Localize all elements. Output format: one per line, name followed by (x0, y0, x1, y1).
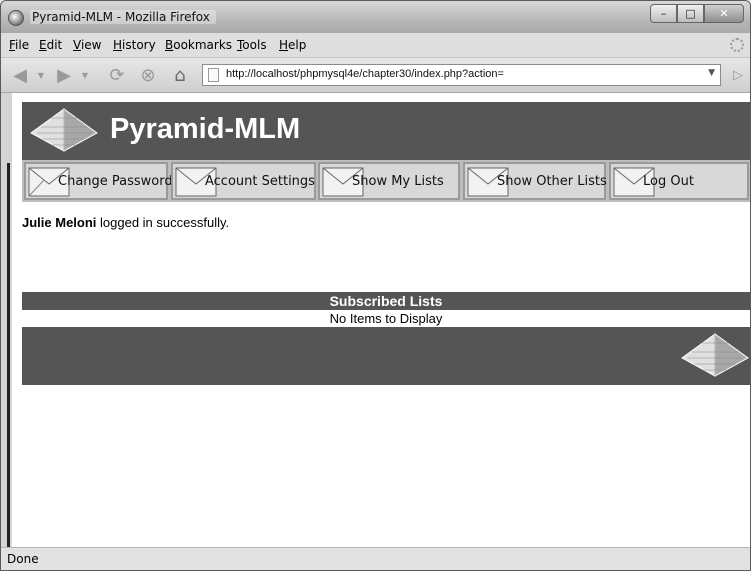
nav-change-password[interactable]: Change Password (24, 162, 173, 200)
reload-icon: ⟳ (109, 64, 125, 86)
home-icon: ⌂ (174, 64, 186, 86)
stop-button[interactable]: ⊗ (136, 64, 160, 86)
navigation-toolbar: ◀ ▼ ▶ ▼ ⟳ ⊗ ⌂ http://localhost/phpmysql4… (1, 58, 750, 93)
menu-edit[interactable]: Edit (39, 38, 62, 52)
login-message: Julie Meloni logged in successfully. (22, 215, 229, 230)
loading-throbber-icon (730, 38, 744, 52)
address-url[interactable]: http://localhost/phpmysql4e/chapter30/in… (226, 68, 504, 80)
menu-tools[interactable]: Tools (237, 38, 267, 52)
nav-label: Account Settings (205, 174, 315, 189)
minimize-icon: – (660, 7, 667, 20)
status-bar: Done (1, 547, 750, 570)
site-footer (22, 327, 750, 385)
window-title: Pyramid-MLM - Mozilla Firefox (30, 10, 216, 24)
go-arrow-icon: ▷ (733, 67, 743, 83)
home-button[interactable]: ⌂ (167, 64, 193, 86)
nav-label: Change Password (58, 174, 173, 189)
menu-help[interactable]: Help (279, 38, 306, 52)
nav-show-my-lists[interactable]: Show My Lists (318, 162, 460, 200)
close-icon: ✕ (719, 7, 729, 20)
go-button[interactable]: ▷ (729, 64, 747, 86)
menu-bookmarks[interactable]: Bookmarks (165, 38, 232, 52)
nav-account-settings[interactable]: Account Settings (171, 162, 316, 200)
nav-show-other-lists[interactable]: Show Other Lists (463, 162, 607, 200)
pyramid-logo-icon (681, 333, 749, 377)
nav-log-out[interactable]: Log Out (609, 162, 749, 200)
pyramid-logo-icon (30, 108, 98, 152)
forward-arrow-icon: ▶ (57, 64, 71, 86)
reload-button[interactable]: ⟳ (105, 64, 129, 86)
site-nav: Change Password Account Settings Show My… (22, 160, 750, 202)
menu-view[interactable]: View (73, 38, 101, 52)
empty-list-text: No Items to Display (329, 311, 443, 326)
back-history-dropdown[interactable]: ▼ (35, 64, 47, 86)
browser-window: Pyramid-MLM - Mozilla Firefox – □ ✕ File… (0, 0, 751, 571)
stop-icon: ⊗ (140, 64, 156, 86)
nav-label: Show Other Lists (497, 174, 607, 189)
menu-history[interactable]: History (113, 38, 156, 52)
site-header: Pyramid-MLM (22, 102, 750, 160)
sidebar-edge (1, 93, 12, 547)
nav-label: Log Out (643, 174, 694, 189)
maximize-button[interactable]: □ (677, 4, 704, 23)
site-title: Pyramid-MLM (110, 113, 301, 145)
url-dropdown-icon[interactable]: ▼ (708, 68, 715, 78)
user-name: Julie Meloni (22, 215, 97, 230)
login-status-text: logged in successfully. (96, 215, 230, 230)
title-bar: Pyramid-MLM - Mozilla Firefox – □ ✕ (1, 1, 750, 33)
menu-file[interactable]: File (9, 38, 29, 52)
address-bar[interactable]: http://localhost/phpmysql4e/chapter30/in… (202, 64, 721, 86)
window-controls: – □ ✕ (650, 4, 744, 24)
page-content: Pyramid-MLM Change Password Account Sett… (12, 93, 750, 547)
menu-bar: File Edit View History Bookmarks Tools H… (1, 33, 750, 58)
subscribed-lists-header: Subscribed Lists (22, 292, 750, 310)
status-text: Done (7, 552, 39, 566)
forward-history-dropdown[interactable]: ▼ (79, 64, 91, 86)
back-arrow-icon: ◀ (13, 64, 27, 86)
minimize-button[interactable]: – (650, 4, 677, 23)
edge-line (7, 163, 10, 547)
nav-label: Show My Lists (352, 174, 444, 189)
dropdown-dot-icon: ▼ (81, 70, 89, 80)
back-button[interactable]: ◀ (7, 64, 33, 86)
page-icon (208, 68, 219, 82)
firefox-icon (8, 10, 24, 26)
close-button[interactable]: ✕ (704, 4, 744, 23)
dropdown-dot-icon: ▼ (37, 70, 45, 80)
maximize-icon: □ (685, 7, 696, 20)
forward-button[interactable]: ▶ (51, 64, 77, 86)
